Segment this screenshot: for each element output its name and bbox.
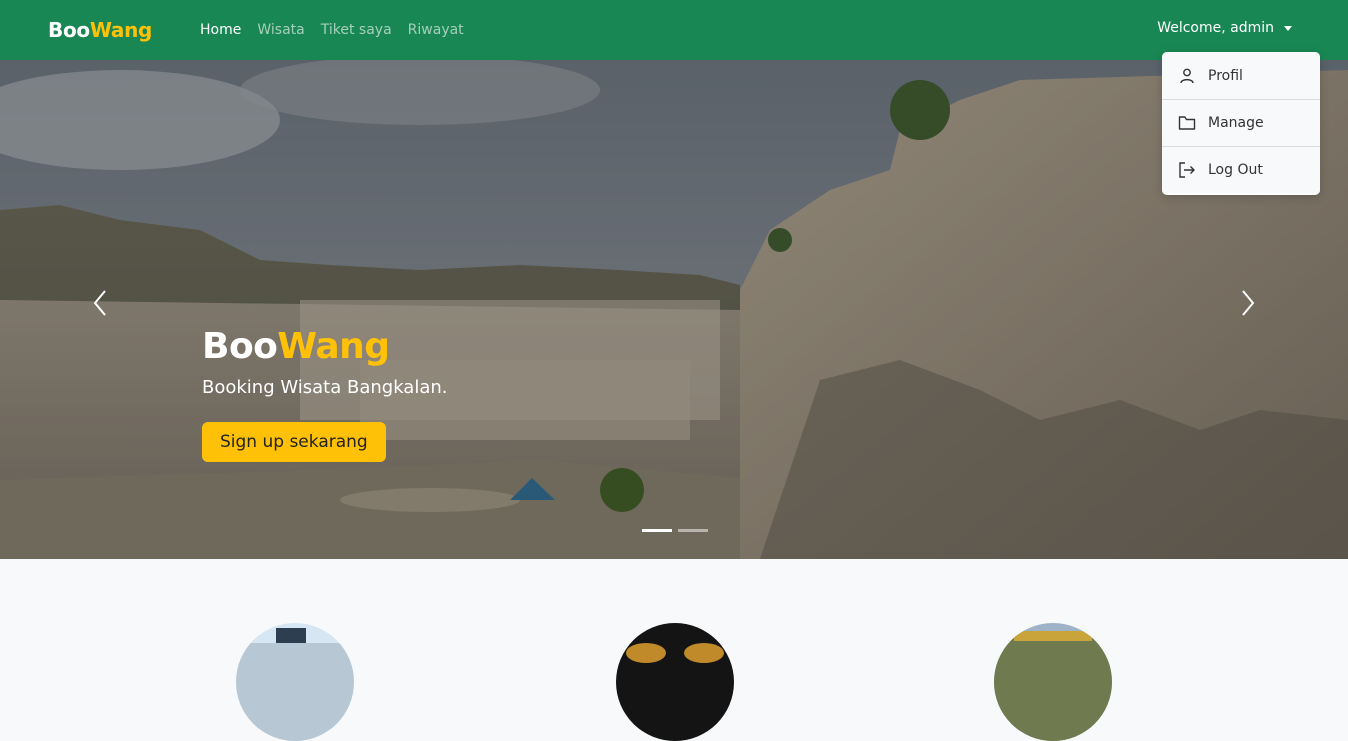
brand-part2: Wang (89, 18, 153, 42)
hero-overlay (0, 60, 1348, 559)
nav-link-tiket-saya[interactable]: Tiket saya (321, 22, 392, 38)
dropdown-item-label: Manage (1208, 115, 1264, 131)
carousel-prev-icon[interactable] (86, 288, 116, 318)
nav-link-home[interactable]: Home (200, 22, 241, 38)
carousel-indicators (642, 529, 708, 532)
hero-title-part2: Wang (277, 326, 390, 367)
signup-button[interactable]: Sign up sekarang (202, 422, 386, 462)
folder-icon (1178, 116, 1196, 130)
carousel-next-icon[interactable] (1232, 288, 1262, 318)
caret-down-icon (1284, 25, 1292, 31)
dropdown-item-profil[interactable]: Profil (1162, 52, 1320, 99)
hero-carousel: BooWang Booking Wisata Bangkalan. Sign u… (0, 60, 1348, 559)
destination-thumbnail[interactable] (616, 623, 734, 741)
brand-part1: Boo (48, 18, 90, 42)
dropdown-item-logout[interactable]: Log Out (1162, 146, 1320, 193)
person-icon (1180, 68, 1194, 83)
hero-caption: BooWang Booking Wisata Bangkalan. Sign u… (202, 326, 448, 462)
destinations-section (0, 559, 1348, 741)
dropdown-item-label: Log Out (1208, 162, 1263, 178)
navbar: BooWang Home Wisata Tiket saya Riwayat W… (0, 0, 1348, 60)
logout-icon (1179, 162, 1195, 178)
user-menu-label: Welcome, admin (1157, 20, 1274, 36)
dropdown-item-manage[interactable]: Manage (1162, 99, 1320, 146)
carousel-indicator-1[interactable] (642, 529, 672, 532)
carousel-indicator-2[interactable] (678, 529, 708, 532)
nav-links: Home Wisata Tiket saya Riwayat (200, 22, 464, 38)
hero-title-part1: Boo (202, 326, 278, 367)
destination-thumbnail[interactable] (236, 623, 354, 741)
user-dropdown-menu: Profil Manage Log Out (1162, 52, 1320, 195)
nav-link-riwayat[interactable]: Riwayat (408, 22, 464, 38)
hero-subtitle: Booking Wisata Bangkalan. (202, 377, 448, 398)
hero-title: BooWang (202, 326, 448, 367)
dropdown-item-label: Profil (1208, 67, 1243, 84)
user-menu-toggle[interactable]: Welcome, admin (1157, 20, 1292, 36)
destination-thumbnail[interactable] (994, 623, 1112, 741)
nav-link-wisata[interactable]: Wisata (257, 22, 304, 38)
brand-logo[interactable]: BooWang (48, 18, 152, 42)
